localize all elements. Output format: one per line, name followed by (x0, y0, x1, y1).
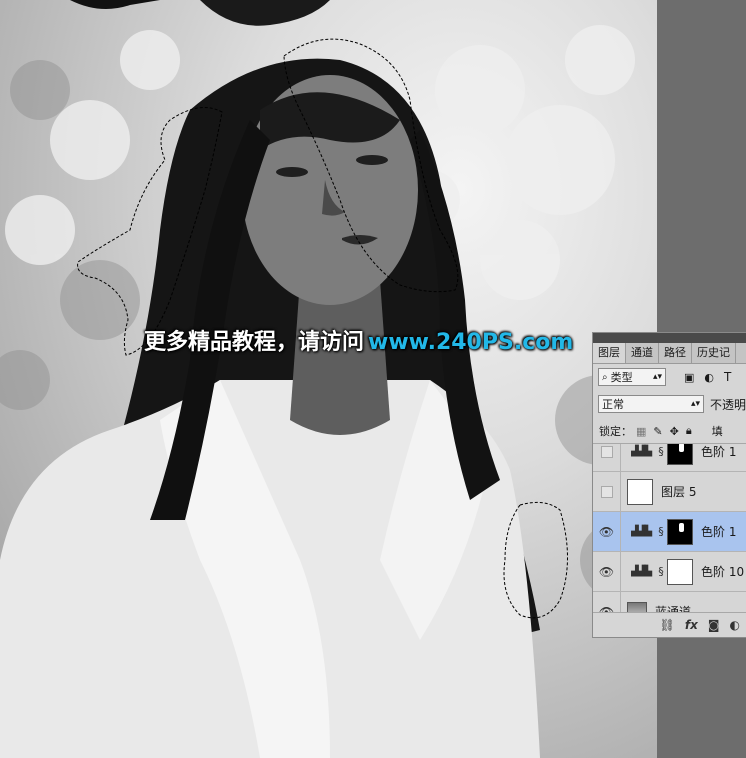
blend-row: 正常 ▴▾ 不透明 (593, 393, 746, 415)
layer-row[interactable]: 👁︎ ▟▟▙ § 色阶 10 (593, 551, 746, 592)
layer-row[interactable]: 👁︎ ▟▟▙ § 色阶 1 (593, 511, 746, 552)
layer-row[interactable]: 👁︎ 蓝通道 (593, 591, 746, 614)
link-icon[interactable]: § (655, 445, 667, 458)
photo-canvas[interactable]: 更多精品教程，请访问 www.240PS.com (0, 0, 657, 758)
mask-thumbnail[interactable] (667, 558, 693, 585)
layer-name: 色阶 10 (701, 565, 745, 579)
tab-history[interactable]: 历史记 (692, 343, 736, 363)
panel-footer: ⛓︎ fx ◙ ◐ (593, 612, 746, 637)
fx-icon[interactable]: fx (685, 618, 698, 632)
watermark-text: 更多精品教程，请访问 (144, 330, 365, 355)
filter-kind-value: 类型 (610, 371, 633, 384)
levels-icon: ▟▟▙ (631, 446, 652, 457)
adjustment-icon[interactable]: ◐ (704, 371, 714, 384)
search-icon: ⌕ (602, 371, 608, 383)
mask-thumbnail[interactable] (667, 444, 693, 465)
layer-name: 图层 5 (661, 485, 697, 499)
opacity-label: 不透明 (709, 397, 746, 412)
text-icon[interactable]: T (724, 370, 731, 384)
tab-paths[interactable]: 路径 (659, 343, 692, 363)
tab-channels[interactable]: 通道 (626, 343, 659, 363)
layer-thumbnail[interactable] (627, 478, 653, 505)
layer-row[interactable]: ▟▟▙ § 色阶 1 (593, 444, 746, 472)
watermark-url: www.240PS.com (368, 330, 574, 355)
blend-mode-dropdown[interactable]: 正常 ▴▾ (598, 395, 704, 413)
visibility-toggle[interactable]: 👁︎ (593, 591, 621, 614)
filter-kind-dropdown[interactable]: ⌕ 类型 ▴▾ (598, 368, 666, 386)
adjustment-icon[interactable]: ◐ (730, 618, 740, 632)
levels-icon: ▟▟▙ (631, 526, 652, 537)
portrait-illustration (0, 0, 657, 758)
levels-icon: ▟▟▙ (631, 566, 652, 577)
layer-row[interactable]: 图层 5 (593, 471, 746, 512)
lock-position-icon[interactable]: ✥ (670, 425, 679, 438)
visibility-toggle[interactable]: 👁︎ (593, 551, 621, 592)
lock-transparent-icon[interactable]: ▦ (636, 425, 646, 438)
chevron-down-icon: ▴▾ (690, 399, 700, 409)
mask-icon[interactable]: ◙ (708, 618, 720, 632)
link-icon[interactable]: ⛓︎ (660, 618, 675, 632)
watermark: 更多精品教程，请访问 www.240PS.com (144, 326, 573, 360)
lock-all-icon[interactable]: 🔒︎ (686, 424, 692, 438)
tab-layers[interactable]: 图层 (593, 343, 626, 363)
layer-name: 色阶 1 (701, 445, 737, 459)
lock-row: 锁定： ▦ ✎ ✥ 🔒︎ 填 (593, 421, 746, 441)
lock-image-icon[interactable]: ✎ (653, 425, 662, 438)
panel-tabs: 图层 通道 路径 历史记 (593, 343, 746, 364)
visibility-toggle[interactable] (593, 471, 621, 512)
panel-title-bar[interactable] (593, 333, 746, 343)
link-icon[interactable]: § (655, 525, 667, 538)
hidden-box-icon (600, 445, 613, 458)
visibility-toggle[interactable] (593, 444, 621, 472)
layer-name: 色阶 1 (701, 525, 737, 539)
lock-label: 锁定： (599, 425, 632, 438)
image-icon[interactable]: ▣ (684, 371, 694, 384)
filter-row: ⌕ 类型 ▴▾ ▣ ◐ T (593, 366, 746, 388)
blend-mode-value: 正常 (602, 398, 624, 411)
hidden-box-icon (600, 485, 613, 498)
link-icon[interactable]: § (655, 565, 667, 578)
layers-list: ▟▟▙ § 色阶 1 图层 5 👁︎ ▟▟▙ § 色阶 1 👁︎ ▟▟▙ § 色… (593, 443, 746, 614)
visibility-toggle[interactable]: 👁︎ (593, 511, 621, 552)
layers-panel: 图层 通道 路径 历史记 ⌕ 类型 ▴▾ ▣ ◐ T 正常 ▴▾ 不透明 锁定：… (592, 332, 746, 638)
eye-icon: 👁︎ (598, 524, 615, 539)
fill-label: 填 (711, 425, 723, 438)
mask-thumbnail[interactable] (667, 518, 693, 545)
chevron-down-icon: ▴▾ (652, 372, 662, 382)
eye-icon: 👁︎ (598, 564, 615, 579)
